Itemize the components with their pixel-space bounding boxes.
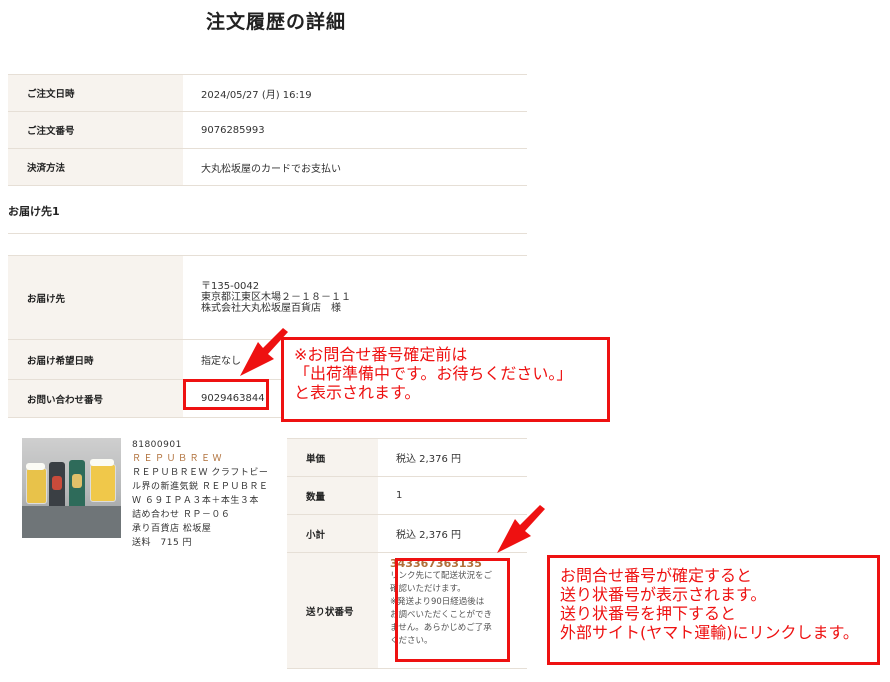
callout-line: 「出荷準備中です。お待ちください。」 [294,364,573,383]
product-desc-line-4: 詰め合わせ ＲＰ－０６ [132,510,231,520]
unit-price-value: 税込 2,376 円 [378,438,527,477]
product-shipping-fee: 送料 715 円 [132,538,193,548]
address-recipient: 株式会社大丸松坂屋百貨店 様 [201,303,341,314]
subtotal-row: 小計 税込 2,376 円 [287,514,527,553]
delivery-date-label: お届け希望日時 [8,339,183,380]
inquiry-number-label: お問い合わせ番号 [8,379,183,418]
shipping-section-title: お届け先1 [8,205,60,218]
address-value: 〒135-0042 東京都江東区木場２－１８－１１ 株式会社大丸松坂屋百貨店 様 [183,255,527,340]
product-desc-line-3: Ｗ ６９ＩＰＡ３本＋本生３本 [132,496,259,506]
product-info: 81800901 ＲＥＰＵＢＲＥＷ ＲＥＰＵＢＲＥＷ クラフトビー ル界の新進気… [132,438,275,550]
order-date-row: ご注文日時 2024/05/27 (月) 16:19 [8,74,527,112]
payment-method-value: 大丸松坂屋のカードでお支払い [183,148,527,186]
callout-line: お問合せ番号が確定すると [560,566,753,585]
order-date-label: ご注文日時 [8,74,183,112]
callout-line: と表示されます。 [294,383,421,402]
section-divider [8,233,527,234]
product-desc-line-1: ＲＥＰＵＢＲＥＷ クラフトビー [132,468,269,478]
order-info-table: ご注文日時 2024/05/27 (月) 16:19 ご注文番号 9076285… [8,74,527,186]
order-date-value: 2024/05/27 (月) 16:19 [183,74,527,112]
callout-line: ※お問合せ番号確定前は [294,345,468,364]
address-postal: 〒135-0042 [201,281,260,292]
payment-method-row: 決済方法 大丸松坂屋のカードでお支払い [8,148,527,186]
order-number-row: ご注文番号 9076285993 [8,111,527,149]
unit-price-label: 単価 [287,438,378,477]
subtotal-label: 小計 [287,514,378,553]
payment-method-label: 決済方法 [8,148,183,186]
arrow-to-tracking-icon [497,505,545,553]
tracking-label: 送り状番号 [287,552,378,669]
callout-tracking-info: お問合せ番号が確定すると 送り状番号が表示されます。 送り状番号を押下すると 外… [547,555,880,665]
product-brand-link[interactable]: ＲＥＰＵＢＲＥＷ [132,452,275,466]
order-number-value: 9076285993 [183,111,527,149]
address-row: お届け先 〒135-0042 東京都江東区木場２－１８－１１ 株式会社大丸松坂屋… [8,255,527,340]
tracking-number-highlight [395,558,510,662]
inquiry-number-highlight [183,379,269,410]
unit-price-row: 単価 税込 2,376 円 [287,438,527,477]
quantity-label: 数量 [287,476,378,515]
product-code: 81800901 [132,440,182,450]
quantity-row: 数量 1 [287,476,527,515]
callout-line: 外部サイト(ヤマト運輸)にリンクします。 [560,623,859,642]
product-store: 承り百貨店 松坂屋 [132,524,212,534]
callout-before-confirm: ※お問合せ番号確定前は 「出荷準備中です。お待ちください。」 と表示されます。 [281,337,610,422]
callout-line: 送り状番号が表示されます。 [560,585,767,604]
product-desc-line-2: ル界の新進気鋭 ＲＥＰＵＢＲＥ [132,482,269,492]
order-number-label: ご注文番号 [8,111,183,149]
product-image [22,438,121,538]
page-title: 注文履歴の詳細 [206,11,347,33]
address-street: 東京都江東区木場２－１８－１１ [201,292,351,303]
callout-line: 送り状番号を押下すると [560,604,737,623]
address-label: お届け先 [8,255,183,340]
